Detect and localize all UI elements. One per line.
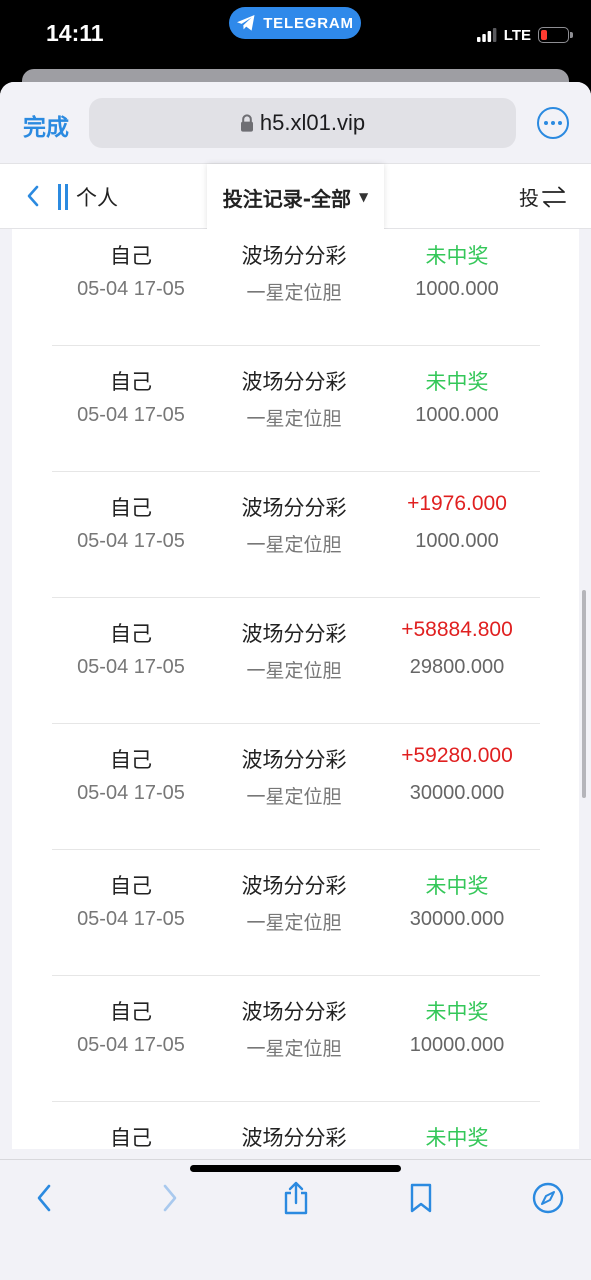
network-label: LTE: [503, 26, 531, 44]
record-play-type: 一星定位胆: [246, 408, 342, 430]
record-play-type: 一星定位胆: [246, 534, 342, 556]
record-time: 05-04 17-05: [77, 404, 185, 426]
home-indicator[interactable]: [190, 1165, 401, 1172]
record-time: 05-04 17-05: [77, 1034, 185, 1056]
forward-button[interactable]: [150, 1178, 190, 1218]
bookmarks-icon: [410, 1183, 432, 1213]
record-game: 波场分分彩: [241, 244, 347, 268]
telegram-icon: [237, 15, 255, 31]
record-user: 自己: [110, 1126, 152, 1149]
record-row[interactable]: 自己 波场分分彩 未中奖: [52, 1102, 540, 1149]
record-row[interactable]: 自己 05-04 17-05 波场分分彩 一星定位胆 未中奖 30000.000: [52, 850, 540, 976]
record-amount: 1000.000: [415, 404, 499, 426]
record-user: 自己: [110, 748, 152, 772]
browser-toolbar: 完成 h5.xl01.vip: [0, 82, 591, 163]
status-indicators: LTE: [476, 24, 573, 46]
record-play-type: 一星定位胆: [246, 1038, 342, 1060]
record-time: 05-04 17-05: [77, 782, 185, 804]
bet-switch-button[interactable]: 投: [519, 182, 567, 211]
record-user: 自己: [110, 496, 152, 520]
url-text: h5.xl01.vip: [259, 110, 366, 135]
scrollbar[interactable]: [582, 590, 586, 798]
status-time: 14:11: [46, 20, 104, 46]
caret-down-icon: ▼: [359, 190, 369, 204]
record-filter-dropdown[interactable]: 投注记录-全部 ▼: [207, 164, 384, 230]
bet-label: 投: [519, 186, 539, 210]
bet-records-list: 自己 05-04 17-05 波场分分彩 一星定位胆 未中奖 1000.000 …: [12, 229, 579, 1149]
record-result: 未中奖: [425, 1126, 489, 1149]
personal-link[interactable]: 个人: [58, 182, 118, 212]
divider-bars-icon: [58, 184, 68, 210]
more-options-button[interactable]: [537, 107, 569, 139]
record-time: 05-04 17-05: [77, 656, 185, 678]
record-user: 自己: [110, 1000, 152, 1024]
phone-screen: 14:11 TELEGRAM LTE 完成 h5.xl01.vip 个人 投注记…: [0, 0, 591, 1280]
record-user: 自己: [110, 370, 152, 394]
record-game: 波场分分彩: [241, 874, 347, 898]
record-game: 波场分分彩: [241, 622, 347, 646]
record-game: 波场分分彩: [241, 1126, 347, 1149]
record-amount: 30000.000: [409, 908, 505, 930]
record-time: 05-04 17-05: [77, 278, 185, 300]
browser-bottom-toolbar: [0, 1159, 591, 1280]
record-result: 未中奖: [425, 1000, 489, 1024]
record-play-type: 一星定位胆: [246, 912, 342, 934]
swap-arrows-icon: [542, 186, 566, 207]
record-row[interactable]: 自己 05-04 17-05 波场分分彩 一星定位胆 +1976.000 100…: [52, 472, 540, 598]
share-icon: [284, 1181, 308, 1215]
record-game: 波场分分彩: [241, 1000, 347, 1024]
record-time: 05-04 17-05: [77, 908, 185, 930]
record-amount: 10000.000: [409, 1034, 505, 1056]
record-row[interactable]: 自己 05-04 17-05 波场分分彩 一星定位胆 未中奖 1000.000: [52, 346, 540, 472]
record-row[interactable]: 自己 05-04 17-05 波场分分彩 一星定位胆 未中奖 1000.000: [52, 229, 540, 346]
forward-arrow-icon: [163, 1184, 177, 1212]
done-button[interactable]: 完成: [23, 108, 69, 142]
back-button[interactable]: [24, 1178, 64, 1218]
record-amount: 30000.000: [409, 782, 505, 804]
record-amount: 1000.000: [415, 530, 499, 552]
record-play-type: 一星定位胆: [246, 786, 342, 808]
record-game: 波场分分彩: [241, 748, 347, 772]
share-button[interactable]: [276, 1178, 316, 1218]
record-row[interactable]: 自己 05-04 17-05 波场分分彩 一星定位胆 +59280.000 30…: [52, 724, 540, 850]
signal-icon: [476, 28, 497, 42]
battery-icon: [538, 27, 573, 43]
telegram-return-pill[interactable]: TELEGRAM: [229, 7, 361, 39]
compass-icon: [532, 1182, 564, 1214]
status-bar: 14:11 TELEGRAM LTE: [0, 0, 591, 70]
record-result: +59280.000: [401, 744, 513, 767]
filter-label: 投注记录-全部: [222, 186, 352, 211]
chevron-left-icon[interactable]: [26, 184, 40, 208]
record-amount: 29800.000: [409, 656, 505, 678]
record-result: +58884.800: [401, 618, 513, 641]
bookmarks-button[interactable]: [401, 1178, 441, 1218]
address-bar[interactable]: h5.xl01.vip: [89, 98, 516, 148]
record-amount: 1000.000: [415, 278, 499, 300]
record-result: 未中奖: [425, 874, 489, 898]
record-result: +1976.000: [407, 492, 507, 515]
record-user: 自己: [110, 244, 152, 268]
personal-label: 个人: [76, 186, 118, 210]
record-game: 波场分分彩: [241, 496, 347, 520]
page-header: 个人 投注记录-全部 ▼ 投: [0, 163, 591, 230]
record-play-type: 一星定位胆: [246, 282, 342, 304]
lock-icon: [240, 114, 253, 132]
record-game: 波场分分彩: [241, 370, 347, 394]
record-result: 未中奖: [425, 244, 489, 268]
record-user: 自己: [110, 874, 152, 898]
in-app-browser: 完成 h5.xl01.vip 个人 投注记录-全部 ▼ 投 自己 05-04 1…: [0, 82, 591, 1280]
open-in-safari-button[interactable]: [528, 1178, 568, 1218]
record-result: 未中奖: [425, 370, 489, 394]
back-arrow-icon: [37, 1184, 51, 1212]
record-row[interactable]: 自己 05-04 17-05 波场分分彩 一星定位胆 未中奖 10000.000: [52, 976, 540, 1102]
record-time: 05-04 17-05: [77, 530, 185, 552]
record-play-type: 一星定位胆: [246, 660, 342, 682]
record-row[interactable]: 自己 05-04 17-05 波场分分彩 一星定位胆 +58884.800 29…: [52, 598, 540, 724]
telegram-label: TELEGRAM: [263, 14, 354, 32]
record-user: 自己: [110, 622, 152, 646]
